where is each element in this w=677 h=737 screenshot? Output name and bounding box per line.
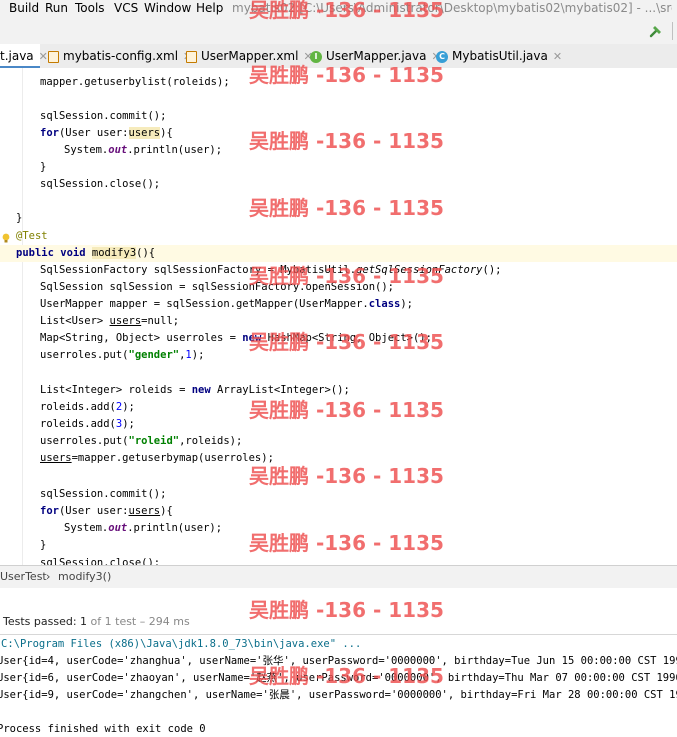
tab-label: t.java: [0, 49, 34, 63]
tests-passed-label: Tests passed:: [3, 615, 77, 628]
xml-file-icon: [186, 50, 197, 63]
menu-vcs[interactable]: VCS: [114, 1, 138, 15]
breadcrumb-class[interactable]: UserTest: [0, 570, 47, 583]
console-exit-line: Process finished with exit code 0: [0, 723, 206, 735]
watermark: 吴胜鹏 -136 - 1135: [249, 129, 444, 153]
menu-help[interactable]: Help: [196, 1, 223, 15]
code-line: sqlSession.close();: [40, 178, 161, 190]
code-line: }: [40, 161, 47, 173]
tab-mybatis-config-xml[interactable]: mybatis-config.xml✕: [48, 44, 192, 68]
code-line: for(User user:users){: [40, 127, 173, 139]
watermark: 吴胜鹏 -136 - 1135: [249, 598, 444, 622]
code-line: sqlSession.commit();: [40, 110, 167, 122]
console-command: C:\Program Files (x86)\Java\jdk1.8.0_73\…: [1, 638, 362, 650]
menu-run[interactable]: Run: [45, 1, 68, 15]
code-line: UserMapper mapper = sqlSession.getMapper…: [40, 298, 413, 310]
code-line: userroles.put("roleid",roleids);: [40, 435, 243, 447]
tests-passed-count: 1: [80, 615, 88, 628]
code-line: public void modify3(){: [16, 247, 156, 259]
watermark: 吴胜鹏 -136 - 1135: [249, 664, 444, 688]
console-line: User{id=9, userCode='zhangchen', userNam…: [0, 689, 677, 701]
close-icon[interactable]: ✕: [39, 50, 48, 63]
watermark: 吴胜鹏 -136 - 1135: [249, 63, 444, 87]
code-line: roleids.add(2);: [40, 401, 135, 413]
code-line: userroles.put("gender",1);: [40, 349, 205, 361]
tab-usertest-java[interactable]: t.java ✕: [0, 44, 48, 68]
breadcrumb-separator: ›: [46, 570, 51, 583]
watermark: 吴胜鹏 -136 - 1135: [249, 264, 444, 288]
watermark: 吴胜鹏 -136 - 1135: [249, 464, 444, 488]
code-line: roleids.add(3);: [40, 418, 135, 430]
watermark: 吴胜鹏 -136 - 1135: [249, 196, 444, 220]
xml-file-icon: [48, 50, 59, 63]
code-line: sqlSession.close();: [40, 557, 161, 565]
breadcrumb: UserTest › modify3(): [0, 565, 677, 588]
code-line: sqlSession.commit();: [40, 488, 167, 500]
gutter-divider: [22, 68, 23, 565]
watermark: 吴胜鹏 -136 - 1135: [249, 398, 444, 422]
menu-build[interactable]: Build: [9, 1, 39, 15]
tests-status: Tests passed: 1 of 1 test – 294 ms: [3, 615, 190, 628]
build-hammer-icon[interactable]: [648, 23, 664, 39]
close-icon[interactable]: ✕: [553, 50, 562, 63]
menu-tools[interactable]: Tools: [75, 1, 105, 15]
lightbulb-icon[interactable]: [1, 233, 11, 243]
tab-label: MybatisUtil.java: [452, 49, 548, 63]
code-line: @Test: [16, 230, 48, 242]
code-line: List<User> users=null;: [40, 315, 180, 327]
watermark: 吴胜鹏 -136 - 1135: [249, 330, 444, 354]
code-line: mapper.getuserbylist(roleids);: [40, 76, 230, 88]
watermark: 吴胜鹏 -136 - 1135: [249, 0, 444, 22]
tab-label: mybatis-config.xml: [63, 49, 179, 63]
code-line: }: [40, 539, 47, 551]
tab-mybatisutil-java[interactable]: C MybatisUtil.java ✕: [436, 44, 562, 68]
tests-detail: of 1 test – 294 ms: [90, 615, 190, 628]
menu-window[interactable]: Window: [144, 1, 191, 15]
code-line: System.out.println(user);: [64, 522, 223, 534]
code-line: System.out.println(user);: [64, 144, 223, 156]
code-line: }: [16, 212, 23, 224]
breadcrumb-method[interactable]: modify3(): [58, 570, 111, 583]
code-line: users=mapper.getuserbymap(userroles);: [40, 452, 274, 464]
code-line: for(User user:users){: [40, 505, 173, 517]
watermark: 吴胜鹏 -136 - 1135: [249, 531, 444, 555]
toolbar-divider: [672, 22, 673, 40]
